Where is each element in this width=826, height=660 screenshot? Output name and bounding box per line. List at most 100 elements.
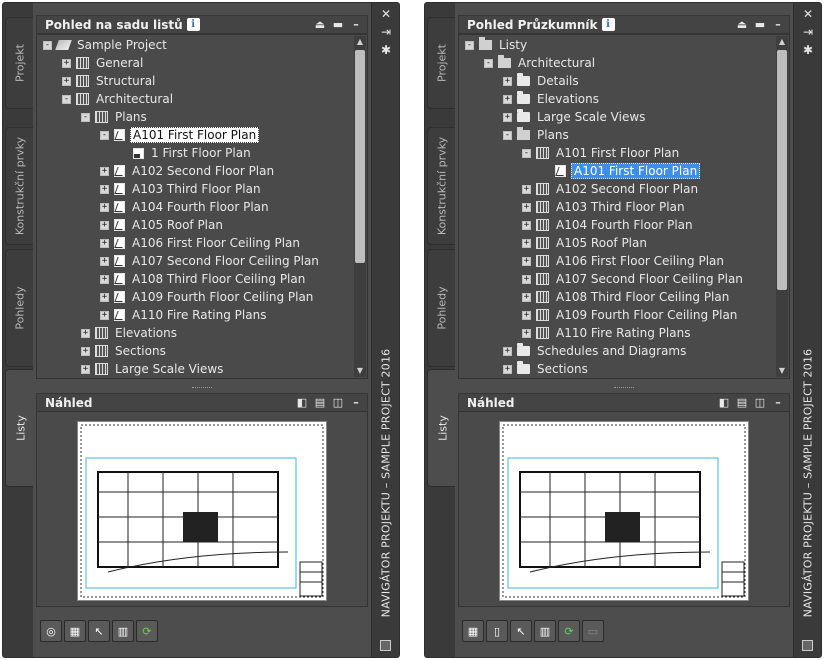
settings-icon[interactable]: ✱ xyxy=(372,43,400,57)
preview-options-icon[interactable]: ◧ xyxy=(717,396,731,410)
table-icon[interactable]: ▥ xyxy=(112,620,134,642)
tree-item[interactable]: + A108 Third Floor Ceiling Plan xyxy=(522,288,731,306)
expand-toggle[interactable]: + xyxy=(100,184,109,194)
tree-scrollbar[interactable]: ▲ ▼ xyxy=(354,36,366,377)
tree-item[interactable]: - Listy xyxy=(465,36,529,54)
close-icon[interactable]: ✕ xyxy=(372,7,400,21)
table-icon[interactable]: ▥ xyxy=(534,620,556,642)
tree-item[interactable]: + A109 Fourth Floor Ceiling Plan xyxy=(100,288,315,306)
publish-icon[interactable]: ⏏ xyxy=(313,18,327,32)
tree-item[interactable]: - A101 First Floor Plan xyxy=(100,126,260,144)
refresh-icon[interactable]: ⟳ xyxy=(136,620,158,642)
tree-item[interactable]: + A106 First Floor Ceiling Plan xyxy=(100,234,302,252)
properties-icon[interactable] xyxy=(802,640,813,651)
expand-toggle[interactable]: + xyxy=(81,346,90,356)
tree-item[interactable]: + A107 Second Floor Ceiling Plan xyxy=(522,270,745,288)
pin-icon[interactable]: ⇥ xyxy=(794,25,822,39)
tree-item[interactable]: + Large Scale Views xyxy=(81,360,225,378)
expand-toggle[interactable]: + xyxy=(100,220,109,230)
properties-icon[interactable] xyxy=(380,640,391,651)
pointer-icon[interactable]: ↖ xyxy=(510,620,532,642)
pin-icon[interactable]: ⇥ xyxy=(372,25,400,39)
settings-icon[interactable]: ✱ xyxy=(794,43,822,57)
collapse-toggle[interactable]: - xyxy=(503,130,512,140)
expand-toggle[interactable]: + xyxy=(100,238,109,248)
collapse-toggle[interactable]: - xyxy=(43,40,52,50)
sheet-set-tree[interactable]: ▲ ▼ - Sample Project + General + Structural - A… xyxy=(36,34,368,379)
collapse-toggle[interactable]: - xyxy=(522,148,531,158)
folder-icon[interactable]: ▬ xyxy=(331,18,345,32)
preview-zoom-icon[interactable]: ◫ xyxy=(331,396,345,410)
tree-item[interactable]: + A104 Fourth Floor Plan xyxy=(522,216,695,234)
expand-toggle[interactable]: + xyxy=(81,364,90,374)
expand-toggle[interactable]: + xyxy=(503,364,512,374)
tree-item[interactable]: + Sections xyxy=(503,360,590,378)
expand-toggle[interactable]: + xyxy=(100,292,109,302)
folder-icon[interactable]: ▬ xyxy=(753,18,767,32)
tree-item[interactable]: + Structural xyxy=(62,72,157,90)
tree-item[interactable]: + A103 Third Floor Plan xyxy=(100,180,263,198)
expand-toggle[interactable]: + xyxy=(62,76,71,86)
tree-item[interactable]: - A101 First Floor Plan xyxy=(522,144,681,162)
new-sheet-icon[interactable]: ▦ xyxy=(64,620,86,642)
splitter-grip[interactable] xyxy=(192,387,212,390)
collapse-toggle[interactable]: - xyxy=(81,112,90,122)
info-icon[interactable]: i xyxy=(601,18,615,31)
scroll-thumb[interactable] xyxy=(355,50,365,263)
expand-toggle[interactable]: + xyxy=(522,184,531,194)
tree-item[interactable]: + A105 Roof Plan xyxy=(100,216,225,234)
tab-listy[interactable]: Listy xyxy=(427,369,457,487)
tree-item[interactable]: - Architectural xyxy=(484,54,597,72)
tree-scrollbar[interactable]: ▲ ▼ xyxy=(776,36,788,377)
expand-toggle[interactable]: + xyxy=(62,58,71,68)
collapse-toggle[interactable]: - xyxy=(62,94,71,104)
expand-toggle[interactable]: + xyxy=(522,328,531,338)
tab-listy[interactable]: Listy xyxy=(5,369,35,487)
expand-toggle[interactable]: + xyxy=(81,328,90,338)
tree-item[interactable]: + A102 Second Floor Plan xyxy=(522,180,700,198)
tree-item[interactable]: + A107 Second Floor Ceiling Plan xyxy=(100,252,321,270)
explorer-tree[interactable]: ▲ ▼ - Listy - Architectural + Details + Elevati… xyxy=(458,34,790,379)
expand-toggle[interactable]: + xyxy=(522,292,531,302)
expand-toggle[interactable]: + xyxy=(503,94,512,104)
publish-icon[interactable]: ⏏ xyxy=(735,18,749,32)
tree-item[interactable]: + A110 Fire Rating Plans xyxy=(100,306,268,324)
tree-item[interactable]: + A104 Fourth Floor Plan xyxy=(100,198,271,216)
preview-zoom-icon[interactable]: ◫ xyxy=(753,396,767,410)
close-icon[interactable]: ✕ xyxy=(794,7,822,21)
tree-item[interactable]: A101 First Floor Plan xyxy=(541,162,701,180)
scroll-up-arrow[interactable]: ▲ xyxy=(354,36,366,48)
scroll-up-arrow[interactable]: ▲ xyxy=(776,36,788,48)
preview-details-icon[interactable]: ▤ xyxy=(313,396,327,410)
tab-pohledy[interactable]: Pohledy xyxy=(427,249,455,367)
tab-projekt[interactable]: Projekt xyxy=(5,17,33,109)
tree-item[interactable]: - Plans xyxy=(81,108,149,126)
tree-item[interactable]: + Large Scale Views xyxy=(503,108,647,126)
expand-toggle[interactable]: + xyxy=(100,166,109,176)
collapse-button[interactable]: – xyxy=(771,18,785,32)
expand-toggle[interactable]: + xyxy=(522,256,531,266)
expand-toggle[interactable]: + xyxy=(503,346,512,356)
expand-toggle[interactable]: + xyxy=(522,310,531,320)
tree-item[interactable]: + A108 Third Floor Ceiling Plan xyxy=(100,270,307,288)
tree-item[interactable]: + A105 Roof Plan xyxy=(522,234,649,252)
expand-toggle[interactable]: + xyxy=(100,274,109,284)
tree-item[interactable]: 1 First Floor Plan xyxy=(119,144,253,162)
scroll-down-arrow[interactable]: ▼ xyxy=(354,365,366,377)
tree-item[interactable]: + A102 Second Floor Plan xyxy=(100,162,276,180)
tree-item[interactable]: - Architectural xyxy=(62,90,175,108)
expand-toggle[interactable]: + xyxy=(522,202,531,212)
expand-toggle[interactable]: + xyxy=(100,256,109,266)
tree-item[interactable]: + Details xyxy=(503,72,581,90)
collapse-toggle[interactable]: - xyxy=(484,58,493,68)
tree-item[interactable]: + A103 Third Floor Plan xyxy=(522,198,687,216)
new-sheet-icon[interactable]: ▦ xyxy=(462,620,484,642)
collapse-toggle[interactable]: - xyxy=(465,40,474,50)
scroll-thumb[interactable] xyxy=(777,50,787,290)
expand-toggle[interactable]: + xyxy=(522,274,531,284)
tree-item[interactable]: - Plans xyxy=(503,126,571,144)
tree-item[interactable]: + A110 Fire Rating Plans xyxy=(522,324,692,342)
tree-item[interactable]: - Sample Project xyxy=(43,36,169,54)
tree-item[interactable]: + A106 First Floor Ceiling Plan xyxy=(522,252,726,270)
globe-icon[interactable]: ◎ xyxy=(40,620,62,642)
